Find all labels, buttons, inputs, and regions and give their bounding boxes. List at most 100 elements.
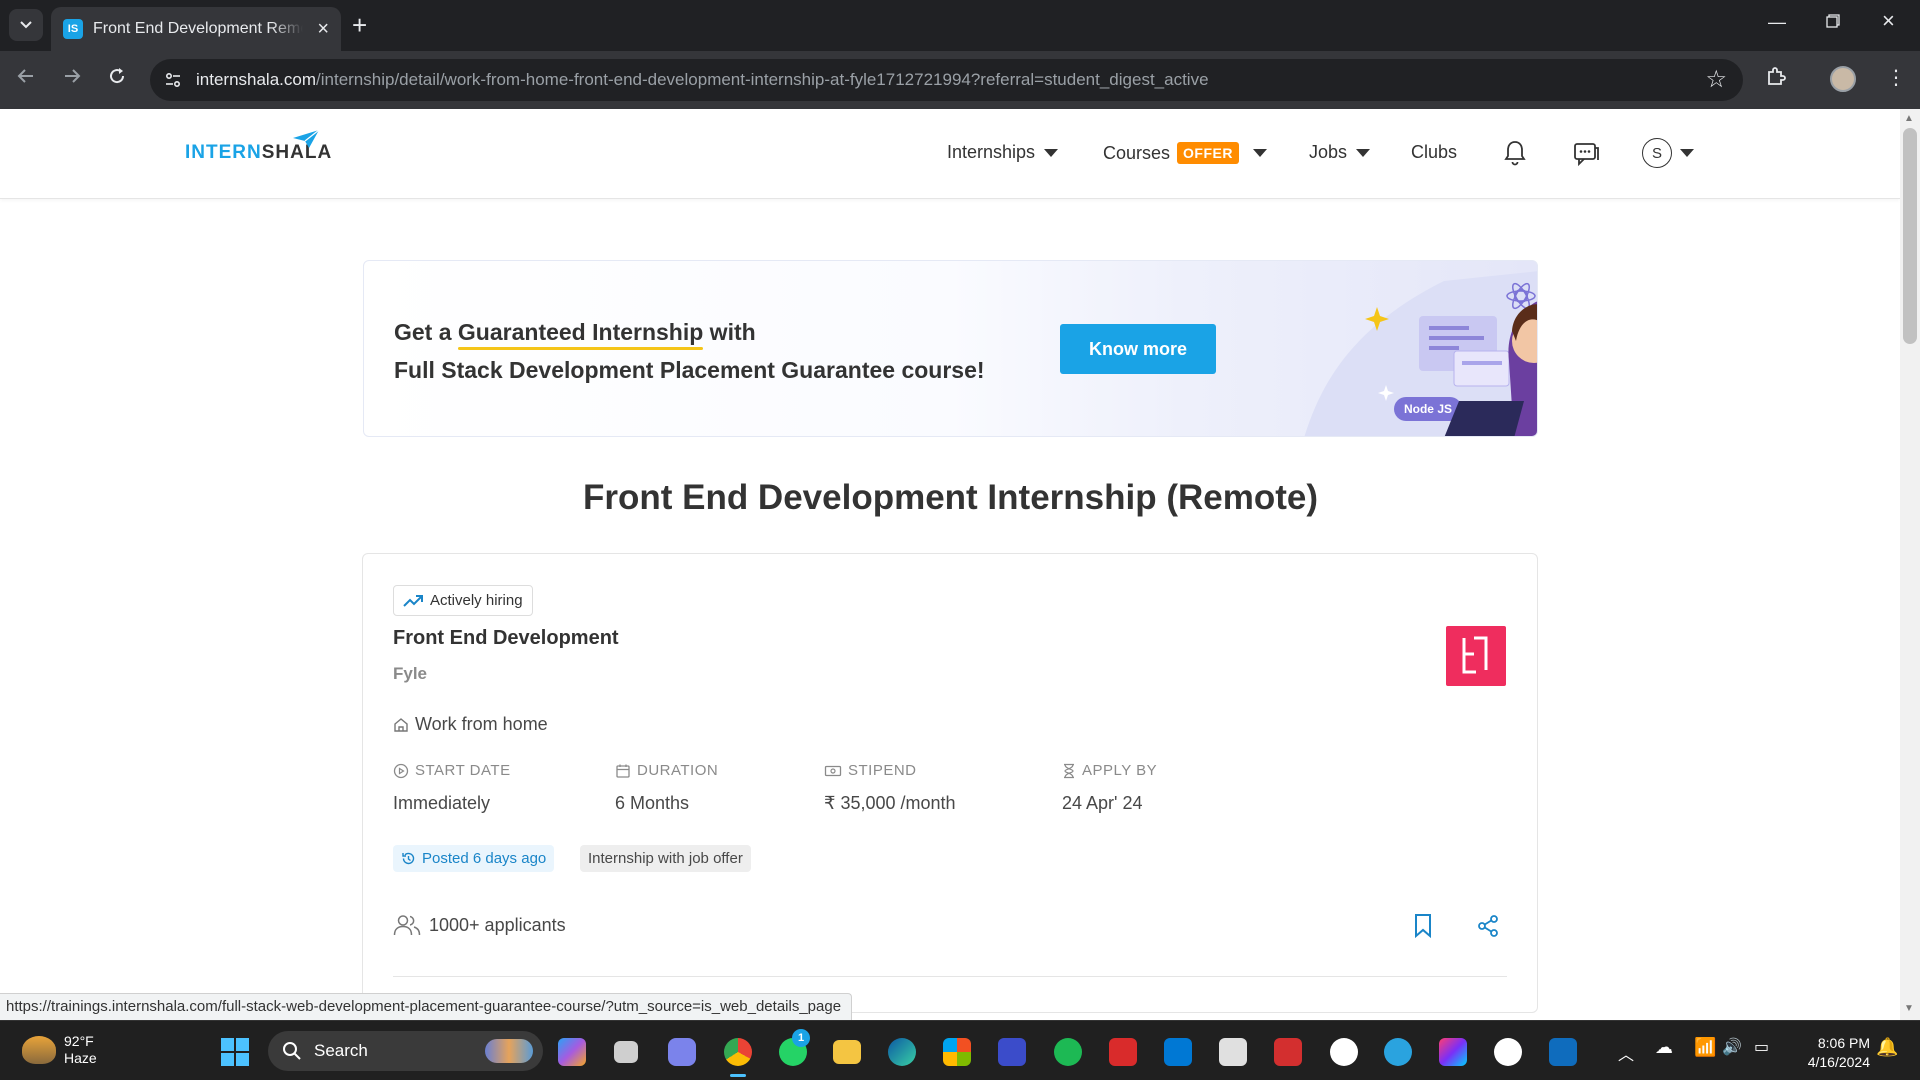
home-icon [394, 717, 408, 732]
weather-haze-icon [22, 1036, 56, 1064]
volume-icon[interactable]: 🔊 [1722, 1037, 1742, 1057]
nav-jobs[interactable]: Jobs [1309, 142, 1371, 163]
caret-down-icon [1356, 148, 1371, 157]
search-icon [283, 1042, 301, 1060]
internship-detail-card: Actively hiring Front End Development Fy… [362, 553, 1538, 1013]
divider [393, 976, 1507, 977]
scroll-down-arrow-icon[interactable]: ▼ [1904, 1003, 1914, 1014]
hourglass-icon [1064, 763, 1074, 778]
wifi-icon[interactable]: 📶 [1694, 1037, 1716, 1058]
apply-by-block: APPLY BY 24 Apr' 24 [1062, 762, 1158, 813]
internshala-favicon: IS [63, 19, 83, 39]
windows-taskbar: 92°F Haze Search 1 ︿ ☁ 📶 🔊 ▭ 8:06 PM 4/16/… [0, 1020, 1920, 1080]
tab-title: Front End Development Remote [93, 20, 303, 37]
extensions-puzzle-icon[interactable] [1765, 65, 1787, 93]
promo-banner[interactable]: Get a Guaranteed Internship with Full St… [363, 260, 1538, 437]
taskbar-search[interactable]: Search [268, 1031, 543, 1071]
start-date-value: Immediately [393, 793, 491, 813]
window-close-icon[interactable]: × [1882, 8, 1895, 34]
url-text: internshala.com/internship/detail/work-f… [196, 70, 1209, 89]
app-icon-blue[interactable] [998, 1038, 1026, 1066]
dev-cpp-icon[interactable] [1109, 1038, 1137, 1066]
weather-widget[interactable]: 92°F Haze [22, 1033, 97, 1067]
reload-icon[interactable] [107, 65, 127, 93]
browser-profile-avatar[interactable] [1830, 66, 1856, 92]
whatsapp-notification-badge: 1 [792, 1029, 810, 1047]
scroll-up-arrow-icon[interactable]: ▲ [1904, 113, 1914, 124]
developer-illustration: Node JS [1304, 271, 1537, 436]
calendar-icon [616, 764, 630, 778]
restore-icon[interactable] [1826, 12, 1840, 33]
github-icon[interactable] [1494, 1038, 1522, 1066]
play-circle-icon [393, 763, 409, 778]
chrome-active-indicator [730, 1074, 746, 1077]
minimize-icon[interactable]: — [1768, 12, 1786, 33]
user-avatar[interactable]: S [1642, 138, 1672, 168]
internship-title: Front End Development [393, 627, 619, 649]
apply-by-value: 24 Apr' 24 [1062, 793, 1143, 813]
banner-subheadline: Full Stack Development Placement Guarant… [394, 357, 985, 383]
share-icon[interactable] [1476, 914, 1500, 938]
acrobat-icon[interactable] [1274, 1038, 1302, 1066]
telegram-icon[interactable] [1384, 1038, 1412, 1066]
tab-search-button[interactable] [9, 9, 43, 41]
posted-time-tag: Posted 6 days ago [393, 845, 555, 872]
forward-arrow-icon[interactable] [62, 65, 82, 93]
windows-start-icon[interactable] [221, 1038, 249, 1066]
people-icon [393, 915, 421, 936]
notification-bell-icon[interactable]: 🔔 [1876, 1037, 1898, 1058]
edge-icon[interactable] [888, 1038, 916, 1066]
location: Work from home [393, 714, 548, 735]
arc-app-icon[interactable] [1439, 1038, 1467, 1066]
back-arrow-icon[interactable] [16, 65, 36, 93]
outlook-icon[interactable] [1549, 1038, 1577, 1066]
nav-clubs[interactable]: Clubs [1411, 142, 1457, 163]
start-date-block: START DATE Immediately [393, 762, 511, 813]
chrome-icon[interactable] [724, 1038, 752, 1066]
browser-tab-bar: IS Front End Development Remote × + — × [0, 0, 1920, 51]
chat-messages-icon[interactable] [1572, 139, 1600, 167]
browser-toolbar: internshala.com/internship/detail/work-f… [0, 51, 1920, 109]
page-scrollbar-thumb[interactable] [1903, 128, 1917, 344]
tab-close-icon[interactable]: × [317, 18, 329, 41]
banner-headline: Get a Guaranteed Internship with [394, 319, 756, 345]
battery-icon[interactable]: ▭ [1754, 1037, 1769, 1057]
company-name[interactable]: Fyle [393, 664, 427, 684]
task-view-icon[interactable] [614, 1041, 638, 1063]
site-info-icon[interactable] [158, 65, 188, 95]
bookmark-icon[interactable] [1412, 913, 1434, 939]
offer-badge: OFFER [1177, 142, 1239, 164]
bookmark-star-icon[interactable]: ☆ [1705, 65, 1727, 94]
snipping-tool-icon[interactable] [1219, 1038, 1247, 1066]
trending-up-icon [403, 594, 423, 607]
nav-courses[interactable]: Courses OFFER [1103, 142, 1267, 164]
stipend-block: STIPEND ₹ 35,000 /month [824, 762, 956, 813]
applicants-count: 1000+ applicants [393, 914, 566, 936]
notification-bell-icon[interactable] [1503, 139, 1527, 167]
copilot-icon[interactable] [558, 1038, 586, 1066]
onedrive-cloud-icon[interactable]: ☁ [1655, 1037, 1673, 1058]
paper-plane-logo-icon [293, 129, 320, 148]
duration-block: DURATION 6 Months [615, 762, 719, 813]
vscode-icon[interactable] [1164, 1038, 1192, 1066]
browser-menu-icon[interactable]: ⋮ [1886, 65, 1906, 90]
stipend-value: ₹ 35,000 /month [824, 793, 956, 813]
address-bar[interactable]: internshala.com/internship/detail/work-f… [150, 59, 1743, 101]
page-title: Front End Development Internship (Remote… [582, 478, 1319, 517]
caret-down-icon [1252, 149, 1267, 157]
file-explorer-icon[interactable] [833, 1040, 861, 1064]
teams-meet-icon[interactable] [668, 1038, 696, 1066]
browser-tab-active[interactable]: IS Front End Development Remote × [51, 7, 341, 51]
microsoft-store-icon[interactable] [943, 1038, 971, 1066]
nav-internships[interactable]: Internships [947, 142, 1059, 163]
node-js-tag: Node JS [1404, 402, 1452, 416]
history-icon [402, 852, 415, 865]
spotify-icon[interactable] [1054, 1038, 1082, 1066]
new-tab-button[interactable]: + [352, 10, 367, 40]
show-hidden-icons-chevron-icon[interactable]: ︿ [1618, 1041, 1634, 1065]
job-offer-tag: Internship with job offer [580, 845, 751, 872]
system-clock[interactable]: 8:06 PM 4/16/2024 [1796, 1034, 1870, 1072]
whatsapp-icon[interactable] [1330, 1038, 1358, 1066]
link-status-url: https://trainings.internshala.com/full-s… [0, 993, 853, 1020]
caret-down-icon[interactable] [1680, 149, 1694, 157]
